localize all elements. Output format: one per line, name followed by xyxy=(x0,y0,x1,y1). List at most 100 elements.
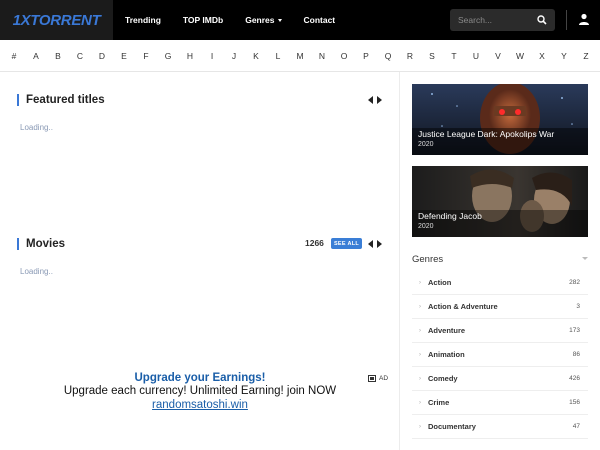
nav-divider xyxy=(566,10,567,30)
genre-name: Action & Adventure xyxy=(428,302,498,311)
genre-name: Animation xyxy=(428,350,465,359)
alpha-letter[interactable]: M xyxy=(294,51,306,61)
card-year: 2020 xyxy=(418,223,434,230)
alpha-letter[interactable]: G xyxy=(162,51,174,61)
genre-count: 86 xyxy=(572,351,580,358)
ad-body[interactable]: Upgrade each currency! Unlimited Earning… xyxy=(0,385,400,397)
alpha-letter[interactable]: L xyxy=(272,51,284,61)
search-input[interactable] xyxy=(450,15,530,25)
genre-count: 3 xyxy=(576,303,580,310)
alpha-letter[interactable]: C xyxy=(74,51,86,61)
nav-contact[interactable]: Contact xyxy=(304,15,336,25)
movies-title: Movies xyxy=(17,238,65,250)
alpha-letter[interactable]: R xyxy=(404,51,416,61)
logo-container[interactable]: 1XTORRENT xyxy=(0,0,113,40)
ad-icon xyxy=(368,375,376,382)
site-logo[interactable]: 1XTORRENT xyxy=(13,12,101,29)
genre-count: 282 xyxy=(569,279,580,286)
alpha-letter[interactable]: T xyxy=(448,51,460,61)
genre-item[interactable]: › Action 282 xyxy=(412,271,588,295)
alpha-letter[interactable]: Q xyxy=(382,51,394,61)
alpha-letter[interactable]: O xyxy=(338,51,350,61)
alpha-letter[interactable]: J xyxy=(228,51,240,61)
see-all-button[interactable]: SEE ALL xyxy=(331,238,362,249)
chevron-right-icon: › xyxy=(419,303,421,310)
genre-item[interactable]: › Comedy 426 xyxy=(412,367,588,391)
ad-badge-label: AD xyxy=(379,375,389,382)
card-title[interactable]: Justice League Dark: Apokolips War xyxy=(418,129,554,139)
alpha-letter[interactable]: K xyxy=(250,51,262,61)
featured-title: Featured titles xyxy=(17,94,105,106)
alpha-letter[interactable]: U xyxy=(470,51,482,61)
movies-arrows xyxy=(368,240,382,248)
search-icon[interactable] xyxy=(537,15,547,25)
movies-count: 1266 xyxy=(305,238,324,248)
chevron-down-icon xyxy=(277,18,282,22)
chevron-right-icon: › xyxy=(419,375,421,382)
featured-card[interactable]: Defending Jacob 2020 xyxy=(412,166,588,237)
ad-link[interactable]: randomsatoshi.win xyxy=(0,399,400,411)
genres-heading: Genres xyxy=(412,254,444,265)
genre-item[interactable]: › Action & Adventure 3 xyxy=(412,295,588,319)
next-arrow-icon[interactable] xyxy=(377,96,382,104)
poster-image xyxy=(412,166,588,237)
genre-name: Comedy xyxy=(428,374,458,383)
alpha-letter[interactable]: H xyxy=(184,51,196,61)
alpha-letter[interactable]: P xyxy=(360,51,372,61)
top-navbar: 1XTORRENT Trending TOP IMDb Genres Conta… xyxy=(0,0,600,40)
card-year: 2020 xyxy=(418,141,434,148)
featured-arrows xyxy=(368,96,382,104)
nav-genres[interactable]: Genres xyxy=(245,15,282,25)
sidebar: Justice League Dark: Apokolips War 2020 … xyxy=(401,72,600,450)
movies-loading: Loading.. xyxy=(20,267,53,276)
genre-name: Crime xyxy=(428,398,450,407)
alpha-letter[interactable]: N xyxy=(316,51,328,61)
chevron-right-icon: › xyxy=(419,351,421,358)
genre-item[interactable]: › Documentary 47 xyxy=(412,415,588,439)
alpha-letter[interactable]: V xyxy=(492,51,504,61)
genre-count: 426 xyxy=(569,375,580,382)
genre-count: 173 xyxy=(569,327,580,334)
genre-item[interactable]: › Adventure 173 xyxy=(412,319,588,343)
next-arrow-icon[interactable] xyxy=(377,240,382,248)
user-icon[interactable] xyxy=(578,13,590,25)
ad-badge[interactable]: AD xyxy=(368,375,388,382)
chevron-right-icon: › xyxy=(419,279,421,286)
alpha-letter[interactable]: F xyxy=(140,51,152,61)
prev-arrow-icon[interactable] xyxy=(368,240,373,248)
genre-item[interactable]: › Crime 156 xyxy=(412,391,588,415)
card-title[interactable]: Defending Jacob xyxy=(418,211,482,221)
chevron-right-icon: › xyxy=(419,399,421,406)
alpha-letter[interactable]: I xyxy=(206,51,218,61)
nav-genres-label: Genres xyxy=(245,15,275,25)
chevron-right-icon: › xyxy=(419,423,421,430)
alpha-letter[interactable]: S xyxy=(426,51,438,61)
alpha-letter[interactable]: W xyxy=(514,51,526,61)
alpha-letter[interactable]: B xyxy=(52,51,64,61)
genre-count: 156 xyxy=(569,399,580,406)
featured-card[interactable]: Justice League Dark: Apokolips War 2020 xyxy=(412,84,588,155)
genre-count: 47 xyxy=(572,423,580,430)
alphabet-filter: # A B C D E F G H I J K L M N O P Q R S … xyxy=(0,40,600,72)
main-nav: Trending TOP IMDb Genres Contact xyxy=(113,0,345,40)
ad-title[interactable]: Upgrade your Earnings! xyxy=(0,372,400,384)
alpha-letter[interactable]: # xyxy=(8,51,20,61)
chevron-right-icon: › xyxy=(419,327,421,334)
genre-item[interactable]: › Animation 86 xyxy=(412,343,588,367)
featured-loading: Loading.. xyxy=(20,123,53,132)
alpha-letter[interactable]: A xyxy=(30,51,42,61)
chevron-down-icon[interactable] xyxy=(582,257,588,260)
genre-name: Adventure xyxy=(428,326,466,335)
poster-image xyxy=(412,84,588,155)
alpha-letter[interactable]: Y xyxy=(558,51,570,61)
main-content: Featured titles Loading.. Movies 1266 SE… xyxy=(0,72,400,450)
alpha-letter[interactable]: Z xyxy=(580,51,592,61)
nav-top-imdb[interactable]: TOP IMDb xyxy=(183,15,223,25)
alpha-letter[interactable]: X xyxy=(536,51,548,61)
nav-trending[interactable]: Trending xyxy=(125,15,161,25)
alpha-letter[interactable]: D xyxy=(96,51,108,61)
prev-arrow-icon[interactable] xyxy=(368,96,373,104)
genre-name: Action xyxy=(428,278,452,287)
alpha-letter[interactable]: E xyxy=(118,51,130,61)
genre-name: Documentary xyxy=(428,422,476,431)
